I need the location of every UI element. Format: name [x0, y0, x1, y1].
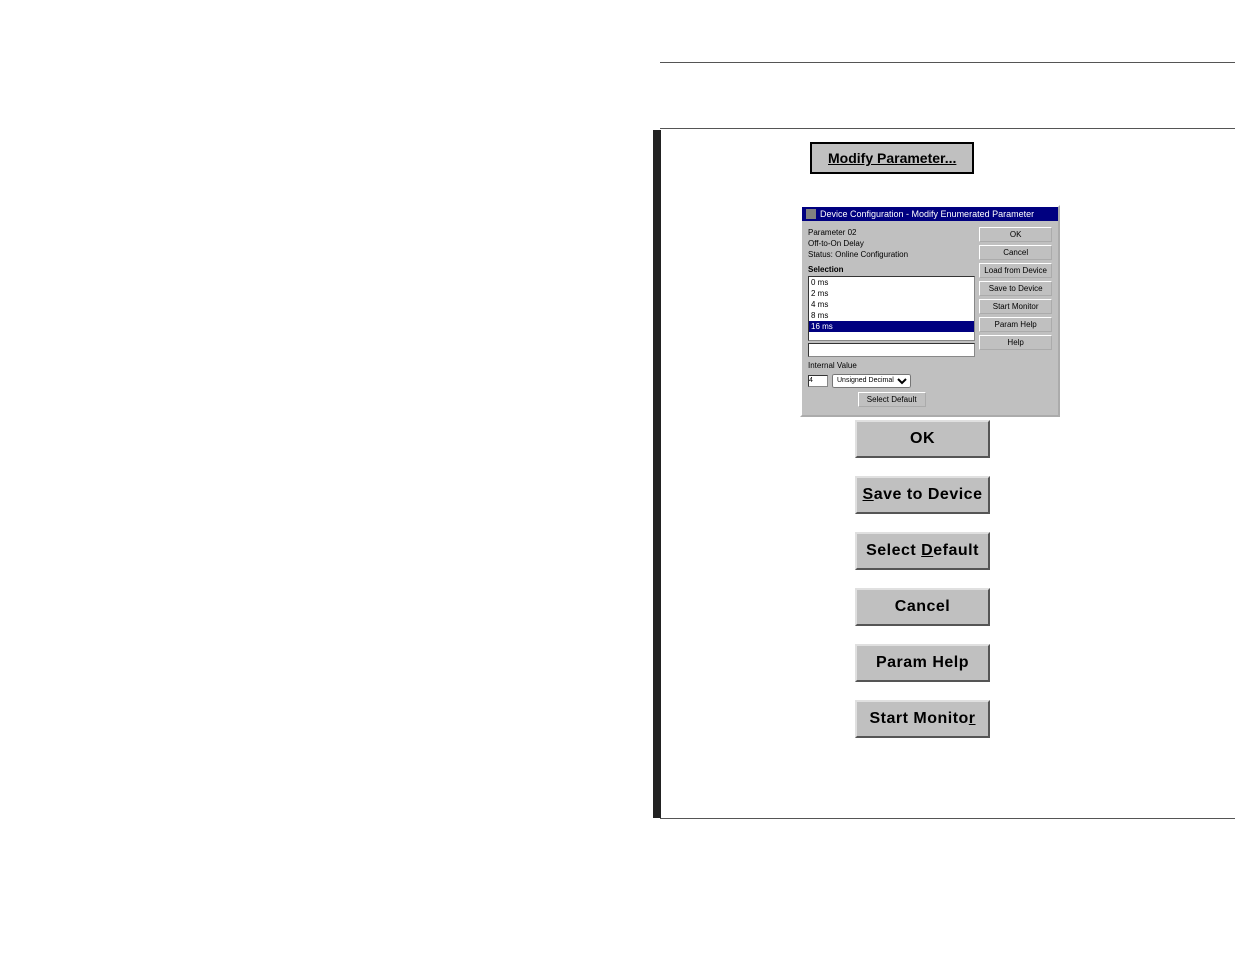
- save-to-device-label: Save to Device: [863, 486, 983, 504]
- dialog-title-text: Device Configuration - Modify Enumerated…: [820, 209, 1034, 219]
- display-format-dropdown[interactable]: Unsigned Decimal: [832, 374, 911, 388]
- dialog-help-button[interactable]: Help: [979, 335, 1052, 350]
- modify-parameter-button[interactable]: Modify Parameter...: [810, 142, 974, 174]
- hr-top: [660, 62, 1235, 63]
- select-default-large-button[interactable]: Select Default: [855, 532, 990, 570]
- dialog-titlebar: Device Configuration - Modify Enumerated…: [802, 207, 1058, 221]
- param-help-large-button[interactable]: Param Help: [855, 644, 990, 682]
- ok-large-button[interactable]: OK: [855, 420, 990, 458]
- dialog-param-help-button[interactable]: Param Help: [979, 317, 1052, 332]
- empty-box: [808, 343, 975, 357]
- list-item-4ms[interactable]: 4 ms: [809, 299, 974, 310]
- dialog-save-to-device-button[interactable]: Save to Device: [979, 281, 1052, 296]
- dialog-cancel-button[interactable]: Cancel: [979, 245, 1052, 260]
- dialog-start-monitor-button[interactable]: Start Monitor: [979, 299, 1052, 314]
- hr-bottom: [660, 818, 1235, 819]
- param-name: Off-to-On Delay: [808, 238, 975, 249]
- selection-listbox[interactable]: 0 ms 2 ms 4 ms 8 ms 16 ms: [808, 276, 975, 341]
- param-number: Parameter 02: [808, 227, 975, 238]
- param-status: Status: Online Configuration: [808, 249, 975, 260]
- dialog-param-info: Parameter 02 Off-to-On Delay Status: Onl…: [808, 227, 975, 261]
- internal-value-input[interactable]: [808, 375, 828, 387]
- start-monitor-label: Start Monitor: [869, 710, 975, 728]
- dialog-ok-button[interactable]: OK: [979, 227, 1052, 242]
- save-to-device-large-button[interactable]: Save to Device: [855, 476, 990, 514]
- large-button-group: OK Save to Device Select Default Cancel …: [855, 420, 990, 738]
- start-monitor-large-button[interactable]: Start Monitor: [855, 700, 990, 738]
- cancel-large-button[interactable]: Cancel: [855, 588, 990, 626]
- select-default-label: Select Default: [866, 542, 979, 560]
- list-item-0ms[interactable]: 0 ms: [809, 277, 974, 288]
- dialog-title-icon: [806, 209, 816, 219]
- dialog-window: Device Configuration - Modify Enumerated…: [800, 205, 1060, 417]
- dialog-select-default-button[interactable]: Select Default: [858, 392, 926, 407]
- left-bar: [653, 130, 661, 818]
- selection-label: Selection: [808, 265, 975, 274]
- internal-value-label: Internal Value: [808, 361, 857, 370]
- hr-mid: [660, 128, 1235, 129]
- dialog-load-from-device-button[interactable]: Load from Device: [979, 263, 1052, 278]
- list-item-2ms[interactable]: 2 ms: [809, 288, 974, 299]
- list-item-8ms[interactable]: 8 ms: [809, 310, 974, 321]
- list-item-16ms[interactable]: 16 ms: [809, 321, 974, 332]
